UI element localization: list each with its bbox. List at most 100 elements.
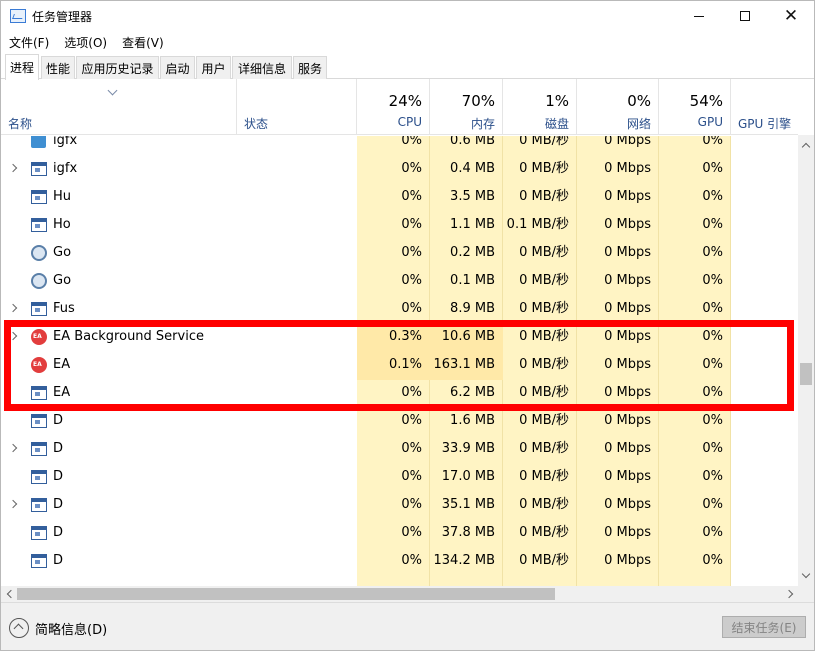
window-icon — [31, 162, 47, 176]
sort-chevron-icon — [107, 85, 118, 96]
cell-gpu: 0% — [702, 273, 723, 288]
vertical-scroll-thumb[interactable] — [800, 363, 812, 385]
table-row[interactable]: Fus 0% 8.9 MB 0 MB/秒 0 Mbps 0% — [1, 296, 798, 324]
cell-disk: 0 MB/秒 — [519, 245, 569, 260]
minimize-button[interactable] — [676, 1, 722, 31]
expand-chevron-icon[interactable] — [8, 499, 18, 509]
cell-disk: 0 MB/秒 — [519, 385, 569, 400]
expand-chevron-icon[interactable] — [8, 303, 18, 313]
table-row[interactable]: D 0% 37.8 MB 0 MB/秒 0 Mbps 0% — [1, 520, 798, 548]
scroll-right-icon[interactable] — [784, 589, 794, 599]
fewer-details-link[interactable]: 简略信息(D) — [35, 619, 107, 638]
column-disk[interactable]: 1% 磁盘 — [503, 79, 577, 135]
cell-disk: 0 MB/秒 — [519, 469, 569, 484]
expand-chevron-icon[interactable] — [8, 443, 18, 453]
table-row[interactable]: EA 0% 6.2 MB 0 MB/秒 0 Mbps 0% — [1, 380, 798, 408]
cell-gpu: 0% — [702, 245, 723, 260]
table-row[interactable]: Go 0% 0.1 MB 0 MB/秒 0 Mbps 0% — [1, 268, 798, 296]
tab-startup[interactable]: 启动 — [160, 56, 195, 79]
column-cpu[interactable]: 24% CPU — [357, 79, 430, 135]
table-row[interactable]: igfx 0% 0.6 MB 0 MB/秒 0 Mbps 0% — [1, 136, 798, 156]
expand-chevron-icon[interactable] — [8, 331, 18, 341]
disk-total: 1% — [545, 92, 569, 110]
cell-net: 0 Mbps — [604, 217, 651, 232]
table-row[interactable]: D 0% 35.1 MB 0 MB/秒 0 Mbps 0% — [1, 492, 798, 520]
process-name: D — [53, 413, 64, 428]
cell-net: 0 Mbps — [604, 385, 651, 400]
horizontal-scroll-thumb[interactable] — [17, 588, 555, 600]
tab-performance[interactable]: 性能 — [41, 56, 75, 79]
column-name[interactable]: 名称 — [1, 79, 237, 135]
cell-mem: 134.2 MB — [433, 553, 495, 568]
column-gpu[interactable]: 54% GPU — [659, 79, 731, 135]
expand-chevron-icon[interactable] — [8, 163, 18, 173]
column-memory[interactable]: 70% 内存 — [430, 79, 503, 135]
cell-net: 0 Mbps — [604, 189, 651, 204]
table-row[interactable]: EA Background Service 0.3%10.6 MB 0 MB/秒 0 … — [1, 324, 798, 352]
cell-disk: 0.1 MB/秒 — [506, 217, 569, 232]
cell-disk: 0 MB/秒 — [519, 525, 569, 540]
process-name: EA — [53, 385, 71, 400]
vertical-scrollbar[interactable] — [798, 135, 814, 586]
maximize-button[interactable] — [722, 1, 768, 31]
tab-services[interactable]: 服务 — [293, 56, 327, 79]
table-row[interactable]: D 0% 17.0 MB 0 MB/秒 0 Mbps 0% — [1, 464, 798, 492]
tab-processes[interactable]: 进程 — [5, 54, 39, 80]
table-row[interactable]: D 0% 1.6 MB 0 MB/秒 0 Mbps 0% — [1, 408, 798, 436]
cell-gpu: 0% — [702, 441, 723, 456]
end-task-button[interactable]: 结束任务(E) — [722, 616, 806, 638]
column-network[interactable]: 0% 网络 — [577, 79, 659, 135]
table-row[interactable]: Go 0% 0.2 MB 0 MB/秒 0 Mbps 0% — [1, 240, 798, 268]
window-icon — [31, 386, 47, 400]
column-status[interactable]: 状态 — [237, 79, 357, 135]
cell-gpu: 0% — [702, 217, 723, 232]
table-row[interactable]: Ho 0% 1.1 MB 0.1 MB/秒 0 Mbps 0% — [1, 212, 798, 240]
tab-details[interactable]: 详细信息 — [232, 56, 292, 79]
cell-mem: 0.1 MB — [450, 273, 495, 288]
cell-gpu: 0% — [702, 357, 723, 372]
cell-gpu: 0% — [702, 553, 723, 568]
table-row[interactable]: EA 0.1%163.1 MB 0 MB/秒 0 Mbps 0% — [1, 352, 798, 380]
cell-disk: 0 MB/秒 — [519, 441, 569, 456]
horizontal-scrollbar[interactable] — [1, 586, 814, 602]
menu-view[interactable]: 查看(V) — [114, 34, 171, 51]
cell-cpu: 0% — [401, 189, 422, 204]
title-bar[interactable]: 任务管理器 ✕ — [1, 1, 814, 31]
process-name: D — [53, 553, 64, 568]
table-row[interactable]: igfx 0% 0.4 MB 0 MB/秒 0 Mbps 0% — [1, 156, 798, 184]
column-gpu-engine[interactable]: GPU 引擎 — [731, 79, 798, 135]
cell-net: 0 Mbps — [604, 497, 651, 512]
cell-gpu: 0% — [702, 136, 723, 148]
tab-app-history[interactable]: 应用历史记录 — [76, 56, 159, 79]
scroll-up-icon[interactable] — [801, 142, 811, 152]
memory-label: 内存 — [470, 117, 495, 131]
cell-disk: 0 MB/秒 — [519, 357, 569, 372]
network-label: 网络 — [626, 117, 651, 131]
cell-cpu: 0% — [401, 553, 422, 568]
cell-net: 0 Mbps — [604, 301, 651, 316]
fewer-details-icon[interactable] — [9, 618, 29, 638]
cell-mem: 0.4 MB — [450, 161, 495, 176]
tab-users[interactable]: 用户 — [196, 56, 231, 79]
close-button[interactable]: ✕ — [768, 1, 814, 31]
scroll-down-icon[interactable] — [801, 569, 811, 579]
process-name: EA Background Service — [53, 329, 204, 344]
menu-options[interactable]: 选项(O) — [56, 34, 114, 51]
cell-cpu: 0% — [401, 273, 422, 288]
table-row[interactable]: D 0% 33.9 MB 0 MB/秒 0 Mbps 0% — [1, 436, 798, 464]
cell-gpu: 0% — [702, 469, 723, 484]
cell-gpu: 0% — [702, 161, 723, 176]
process-name: Ho — [53, 217, 71, 232]
cell-mem: 6.2 MB — [450, 385, 495, 400]
task-manager-window: 任务管理器 ✕ 文件(F) 选项(O) 查看(V) 进程 性能 应用历史记录 启… — [0, 0, 815, 651]
table-row[interactable]: Hu 0% 3.5 MB 0 MB/秒 0 Mbps 0% — [1, 184, 798, 212]
cell-mem: 37.8 MB — [441, 525, 495, 540]
cell-cpu: 0% — [401, 525, 422, 540]
cell-mem: 8.9 MB — [450, 301, 495, 316]
scroll-left-icon[interactable] — [6, 589, 16, 599]
cell-cpu: 0% — [401, 413, 422, 428]
cell-cpu: 0% — [401, 441, 422, 456]
table-row[interactable]: D 0% 134.2 MB 0 MB/秒 0 Mbps 0% — [1, 548, 798, 576]
cell-disk: 0 MB/秒 — [519, 329, 569, 344]
menu-file[interactable]: 文件(F) — [1, 34, 56, 51]
